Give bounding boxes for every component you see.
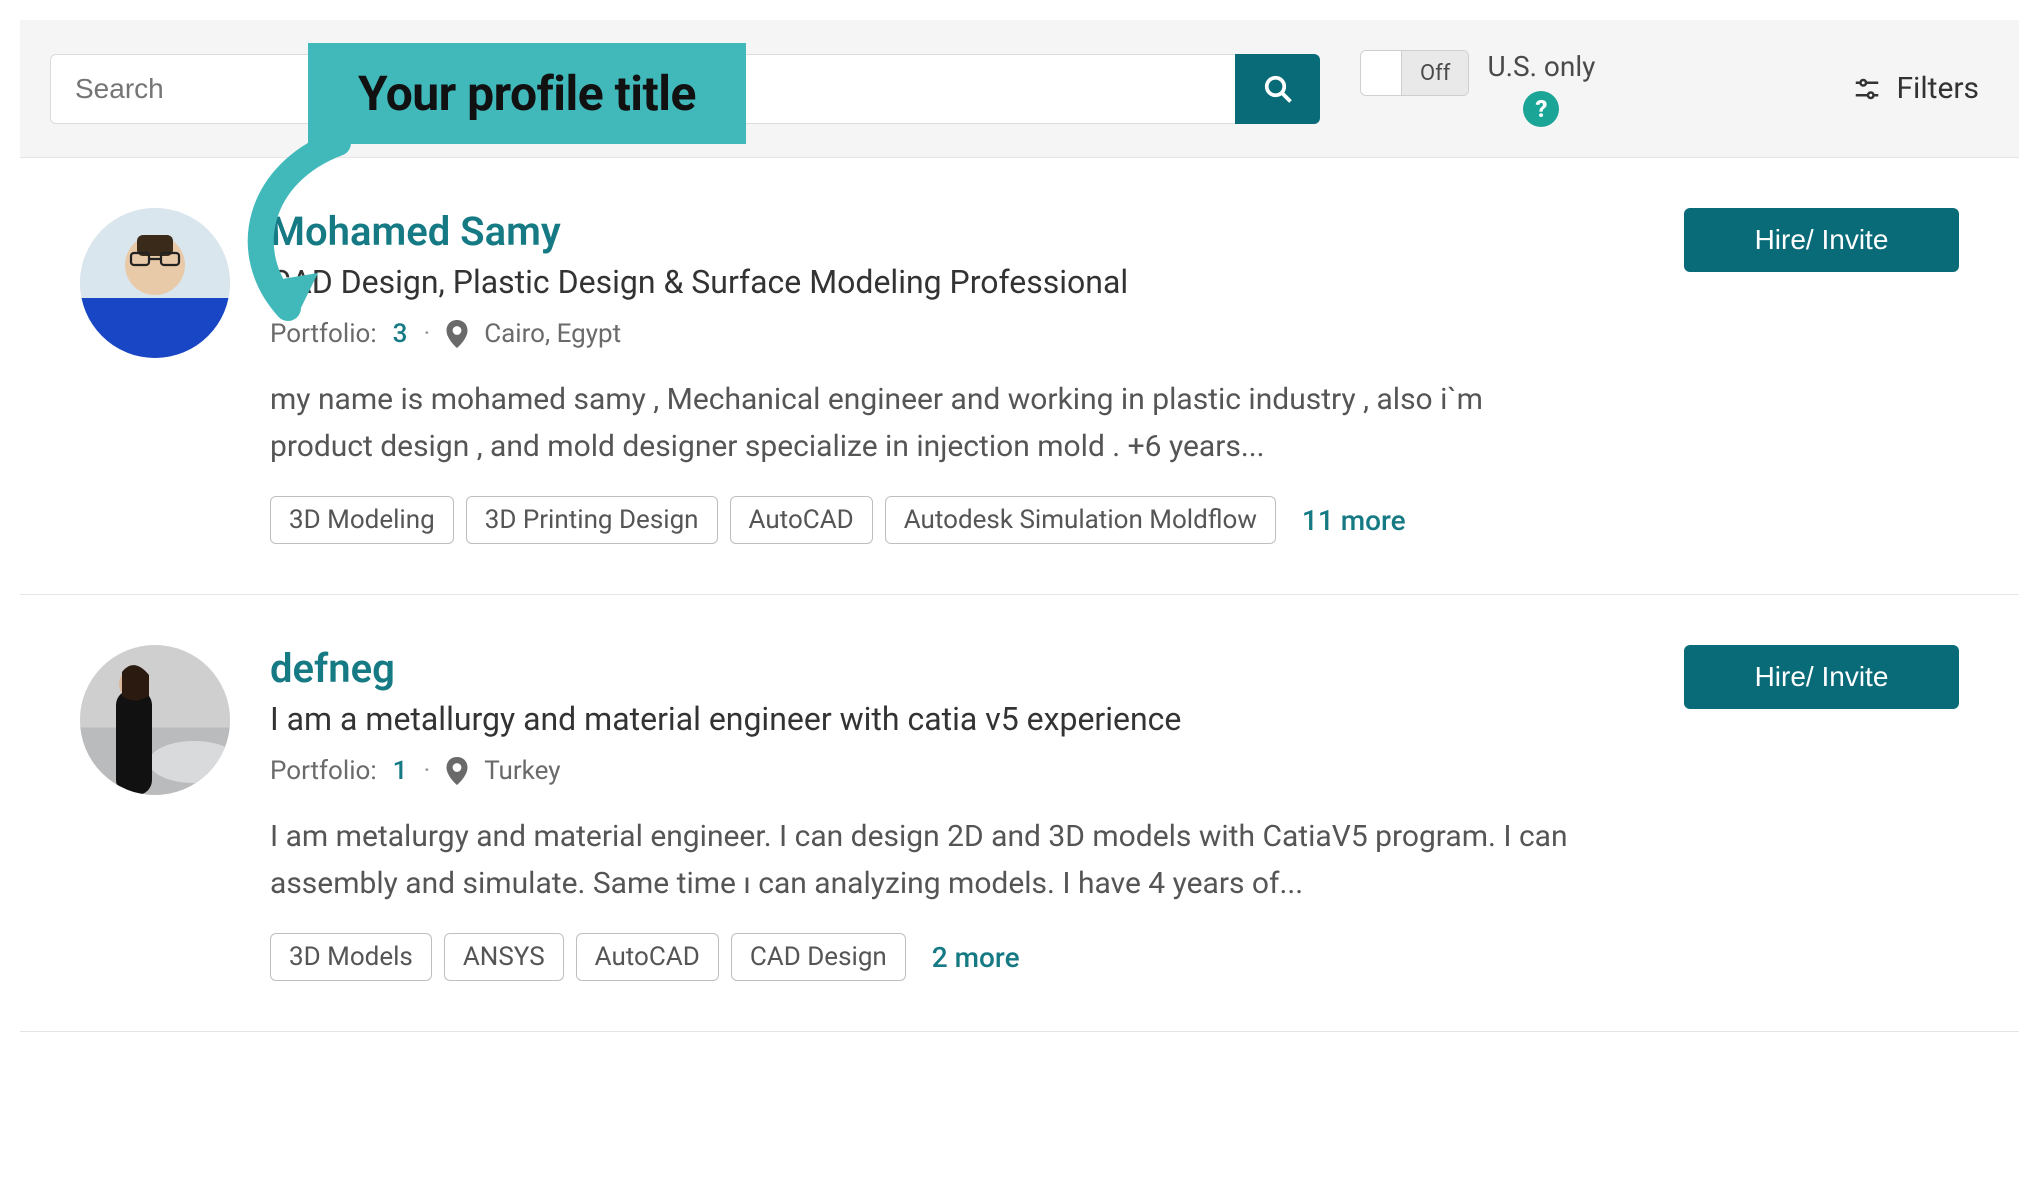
separator-dot: · bbox=[423, 319, 430, 349]
skill-tag[interactable]: 3D Printing Design bbox=[466, 496, 718, 544]
us-only-wrap: Off U.S. only ? bbox=[1360, 50, 1595, 127]
skill-tag[interactable]: 3D Models bbox=[270, 933, 432, 981]
help-icon[interactable]: ? bbox=[1523, 91, 1559, 127]
skill-tag[interactable]: AutoCAD bbox=[730, 496, 873, 544]
skill-tag[interactable]: Autodesk Simulation Moldflow bbox=[885, 496, 1276, 544]
avatar-image bbox=[80, 208, 230, 358]
profile-description: I am metalurgy and material engineer. I … bbox=[270, 814, 1570, 907]
us-only-label: U.S. only bbox=[1487, 50, 1595, 83]
portfolio-count[interactable]: 1 bbox=[393, 756, 408, 786]
profile-title: CAD Design, Plastic Design & Surface Mod… bbox=[270, 263, 1644, 301]
profile-description: my name is mohamed samy , Mechanical eng… bbox=[270, 377, 1570, 470]
avatar[interactable] bbox=[80, 208, 230, 358]
search-wrap bbox=[50, 54, 1320, 124]
skill-tag[interactable]: 3D Modeling bbox=[270, 496, 454, 544]
search-icon bbox=[1263, 74, 1293, 104]
filters-button[interactable]: Filters bbox=[1852, 71, 1989, 106]
filters-label: Filters bbox=[1896, 71, 1979, 106]
separator-dot: · bbox=[423, 756, 430, 786]
profile-name[interactable]: Mohamed Samy bbox=[270, 208, 1644, 255]
profile-meta: Portfolio: 1 · Turkey bbox=[270, 756, 1644, 786]
skill-tag[interactable]: CAD Design bbox=[731, 933, 906, 981]
more-tags-link[interactable]: 11 more bbox=[1302, 504, 1406, 537]
tags-row: 3D Modeling 3D Printing Design AutoCAD A… bbox=[270, 496, 1644, 544]
skill-tag[interactable]: ANSYS bbox=[444, 933, 564, 981]
avatar[interactable] bbox=[80, 645, 230, 795]
us-only-toggle[interactable]: Off bbox=[1360, 50, 1469, 96]
card-side: Hire/ Invite bbox=[1684, 645, 1959, 981]
location-text: Turkey bbox=[484, 756, 560, 786]
portfolio-label: Portfolio: bbox=[270, 319, 377, 349]
portfolio-label: Portfolio: bbox=[270, 756, 377, 786]
portfolio-count[interactable]: 3 bbox=[393, 319, 408, 349]
more-tags-link[interactable]: 2 more bbox=[932, 941, 1020, 974]
card-body: defneg I am a metallurgy and material en… bbox=[270, 645, 1644, 981]
profile-title: I am a metallurgy and material engineer … bbox=[270, 700, 1644, 738]
search-input[interactable] bbox=[50, 54, 1235, 124]
hire-invite-button[interactable]: Hire/ Invite bbox=[1684, 645, 1959, 709]
results-list: Mohamed Samy CAD Design, Plastic Design … bbox=[20, 158, 2019, 1032]
page-root: Off U.S. only ? Filters Your profile tit… bbox=[0, 0, 2039, 1032]
card-body: Mohamed Samy CAD Design, Plastic Design … bbox=[270, 208, 1644, 544]
hire-invite-button[interactable]: Hire/ Invite bbox=[1684, 208, 1959, 272]
location-text: Cairo, Egypt bbox=[484, 319, 621, 349]
search-button[interactable] bbox=[1235, 54, 1320, 124]
toggle-off-label: Off bbox=[1401, 51, 1468, 95]
topbar: Off U.S. only ? Filters Your profile tit… bbox=[20, 20, 2019, 158]
profile-meta: Portfolio: 3 · Cairo, Egypt bbox=[270, 319, 1644, 349]
sliders-icon bbox=[1852, 74, 1882, 104]
location-pin-icon bbox=[446, 320, 468, 348]
avatar-image bbox=[80, 645, 230, 795]
profile-name[interactable]: defneg bbox=[270, 645, 1644, 692]
result-card: defneg I am a metallurgy and material en… bbox=[20, 595, 2019, 1032]
location-pin-icon bbox=[446, 757, 468, 785]
tags-row: 3D Models ANSYS AutoCAD CAD Design 2 mor… bbox=[270, 933, 1644, 981]
skill-tag[interactable]: AutoCAD bbox=[576, 933, 719, 981]
card-side: Hire/ Invite bbox=[1684, 208, 1959, 544]
result-card: Mohamed Samy CAD Design, Plastic Design … bbox=[20, 158, 2019, 595]
